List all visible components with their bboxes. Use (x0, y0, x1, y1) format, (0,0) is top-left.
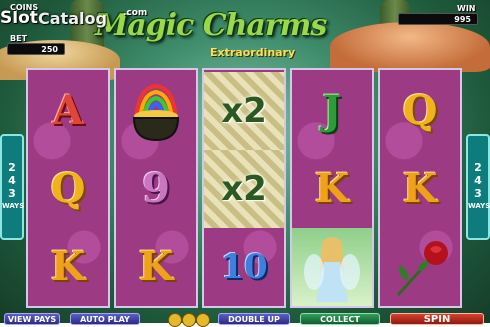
wild-x2-tile: x2 (204, 72, 284, 150)
watermark-com: .com (123, 8, 148, 18)
symbol-k: K (28, 228, 108, 306)
symbol-k: K (380, 150, 460, 228)
bet-label: BET (10, 34, 28, 43)
ways-digit: 3 (8, 187, 16, 200)
symbol-k-letter: K (138, 243, 174, 290)
double-up-button[interactable]: DOUBLE UP (218, 313, 290, 325)
symbol-a: A (28, 72, 108, 150)
reel-5: Q K (378, 68, 462, 308)
fairy-icon (304, 237, 360, 302)
pot-of-gold-icon (132, 83, 180, 142)
coin-icon[interactable] (182, 313, 196, 327)
symbol-q: Q (380, 72, 460, 150)
view-pays-button[interactable]: VIEW PAYS (4, 313, 60, 325)
symbol-j-letter: J (322, 87, 342, 134)
symbol-k-letter: K (402, 165, 438, 212)
symbol-9-number: 9 (142, 165, 170, 212)
symbol-9: 9 (116, 150, 196, 228)
multiplier-x2-text: x2 (221, 169, 267, 209)
symbol-q-letter: Q (50, 165, 86, 212)
symbol-k: K (116, 228, 196, 306)
symbol-k-letter: K (314, 165, 350, 212)
ways-digit: 4 (8, 174, 16, 187)
ways-panel-right: 2 4 3 WAYS (466, 134, 490, 240)
rose-icon (380, 228, 460, 306)
ways-digit: 2 (8, 161, 16, 174)
symbol-a-letter: A (52, 87, 84, 134)
collect-button[interactable]: COLLECT (300, 313, 380, 325)
symbol-q-letter: Q (402, 87, 438, 134)
spin-button[interactable]: SPIN (390, 313, 484, 325)
coin-icon[interactable] (196, 313, 210, 327)
bet-value: 250 (7, 43, 65, 55)
symbol-q: Q (28, 150, 108, 228)
multiplier-x2-text: x2 (221, 91, 267, 131)
ways-digit: 4 (474, 174, 482, 187)
ways-digit: 2 (474, 161, 482, 174)
symbol-k: K (292, 150, 372, 228)
reel-1: A Q K (26, 68, 110, 308)
reel-4: J K (290, 68, 374, 308)
rose-icon (396, 241, 448, 297)
ways-digit: 3 (474, 187, 482, 200)
symbol-10-number: 10 (220, 247, 268, 287)
symbol-10: 10 (204, 228, 284, 306)
coins-label: COINS (10, 3, 39, 12)
reel-3: x2 x2 10 (202, 68, 286, 308)
reel-area: A Q K 9 K x2 x2 10 J K Q K (26, 68, 464, 308)
symbol-k-letter: K (50, 243, 86, 290)
control-bar: VIEW PAYS AUTO PLAY DOUBLE UP COLLECT SP… (0, 311, 490, 327)
coin-icon[interactable] (168, 313, 182, 327)
game-subtitle: Extraordinary (210, 46, 296, 59)
wild-x2-tile: x2 (204, 150, 284, 228)
header: Slot Magic Charms Catalog .com Extraordi… (0, 0, 490, 60)
symbol-j: J (292, 72, 372, 150)
win-label: WIN (457, 4, 476, 13)
auto-play-button[interactable]: AUTO PLAY (70, 313, 140, 325)
watermark-site: Catalog (38, 9, 107, 28)
ways-label: WAYS (468, 202, 490, 210)
ways-panel-left: 2 4 3 WAYS (0, 134, 24, 240)
fairy-icon (292, 228, 372, 306)
win-value: 995 (398, 13, 478, 25)
pot-of-gold-icon (116, 72, 196, 150)
ways-label: WAYS (2, 202, 25, 210)
reel-2: 9 K (114, 68, 198, 308)
